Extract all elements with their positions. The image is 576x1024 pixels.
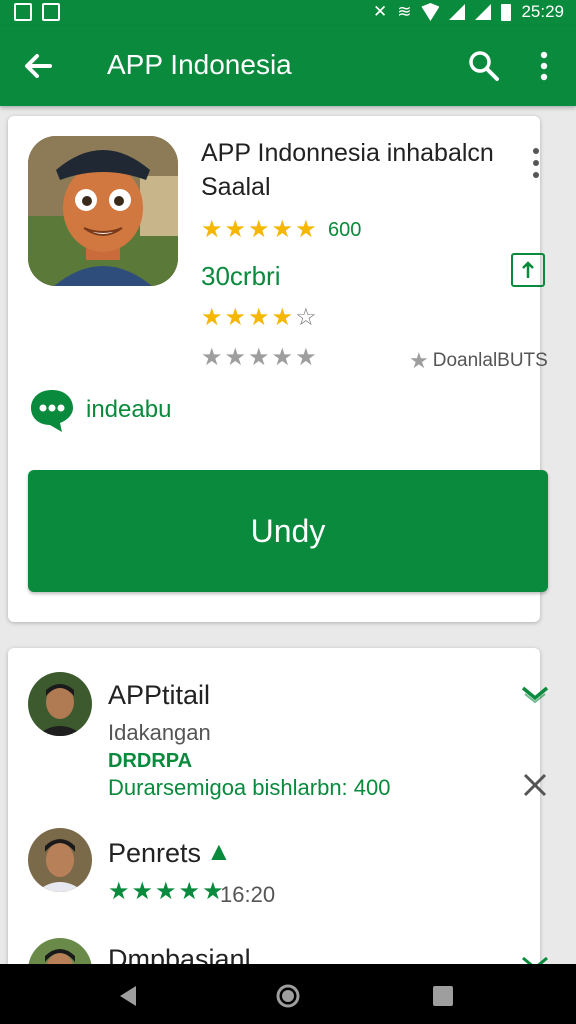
navigation-bar: [0, 964, 576, 1024]
downloads-label: 30crbri: [201, 261, 281, 291]
rating-count: 600: [328, 219, 362, 241]
status-bar: ✕ ≋ 25:29: [0, 0, 576, 26]
star-icon: ☆: [295, 304, 317, 331]
page-title: APP Indonesia: [107, 49, 292, 80]
signal-icon-2: [475, 4, 492, 20]
rating-stars: ★ ★ ★ ★ ★: [201, 218, 317, 242]
star-icon: ★: [409, 348, 429, 373]
star-icon: ★: [224, 304, 247, 331]
avatar[interactable]: [28, 828, 92, 892]
avatar[interactable]: [28, 672, 92, 736]
star-icon: ★: [295, 216, 317, 243]
install-button[interactable]: Undy: [28, 470, 548, 592]
review-detail: Durarsemigoa bishlarbn: 400: [108, 775, 391, 800]
app-card: APP Indonnesia inhabalcn Saalal ★ ★ ★ ★ ★ 60…: [8, 116, 548, 622]
nav-home-icon[interactable]: [275, 983, 301, 1009]
app-icon[interactable]: [28, 136, 178, 286]
battery-icon: [501, 3, 512, 21]
star-icon: ★: [201, 344, 223, 371]
search-icon[interactable]: [466, 48, 502, 84]
notification-icon: [14, 3, 32, 21]
app-name: APP Indonnesia inhabalcn Saalal: [201, 139, 494, 201]
app-bar: APP Indonesia: [0, 26, 576, 106]
chat-label: indeabu: [86, 396, 172, 423]
stat-label: ★ DoanlalBUTS: [409, 348, 548, 374]
star-icon: ★: [108, 878, 130, 905]
wifi-icon: [421, 3, 440, 21]
share-button[interactable]: [511, 253, 545, 287]
vibrate-icon: ≋: [397, 2, 412, 21]
image-notification-icon: [42, 3, 60, 21]
nav-recents-icon[interactable]: [432, 985, 454, 1007]
chat-bubble-icon[interactable]: [28, 386, 76, 434]
star-icon: ★: [224, 344, 247, 371]
star-icon: ★: [271, 304, 294, 331]
mute-icon: ✕: [372, 2, 388, 21]
card-more-icon[interactable]: [526, 146, 546, 180]
review-subtitle: Idakangan: [108, 720, 211, 745]
review-time: 16:20: [220, 882, 276, 907]
back-arrow-icon[interactable]: [18, 46, 58, 86]
star-icon: ★: [224, 216, 247, 243]
signal-icon: [449, 4, 466, 20]
star-icon: ★: [248, 216, 270, 243]
star-icon: ★: [131, 878, 154, 905]
star-icon: ★: [271, 344, 294, 371]
star-icon: ★: [201, 216, 223, 243]
star-icon: ★: [248, 304, 270, 331]
star-icon: ★: [248, 344, 270, 371]
expand-chevron-icon[interactable]: [520, 682, 550, 706]
nav-back-icon[interactable]: [116, 984, 140, 1008]
reviewer-name: APPtitail: [108, 680, 211, 710]
star-icon: ★: [178, 878, 201, 905]
review-stars: ★ ★ ★ ★ ★: [108, 880, 224, 904]
grey-rating-stars: ★ ★ ★ ★ ★: [201, 346, 317, 370]
review-tag: DRDRPA: [108, 750, 193, 772]
stat-text: DoanlalBUTS: [432, 350, 548, 371]
secondary-rating-stars: ★ ★ ★ ★ ☆: [201, 306, 317, 330]
reviews-card: APPtitail Idakangan DRDRPA Durarsemigoa …: [8, 648, 549, 1002]
star-icon: ★: [295, 344, 317, 371]
up-arrow-icon: ▲: [206, 836, 232, 866]
reviewer-name: Penrets: [108, 838, 202, 868]
status-time: 25:29: [521, 2, 564, 21]
star-icon: ★: [201, 304, 223, 331]
share-icon: [522, 261, 534, 278]
star-icon: ★: [271, 216, 294, 243]
close-icon[interactable]: [520, 770, 550, 800]
star-icon: ★: [155, 878, 177, 905]
more-options-icon[interactable]: [532, 48, 556, 84]
